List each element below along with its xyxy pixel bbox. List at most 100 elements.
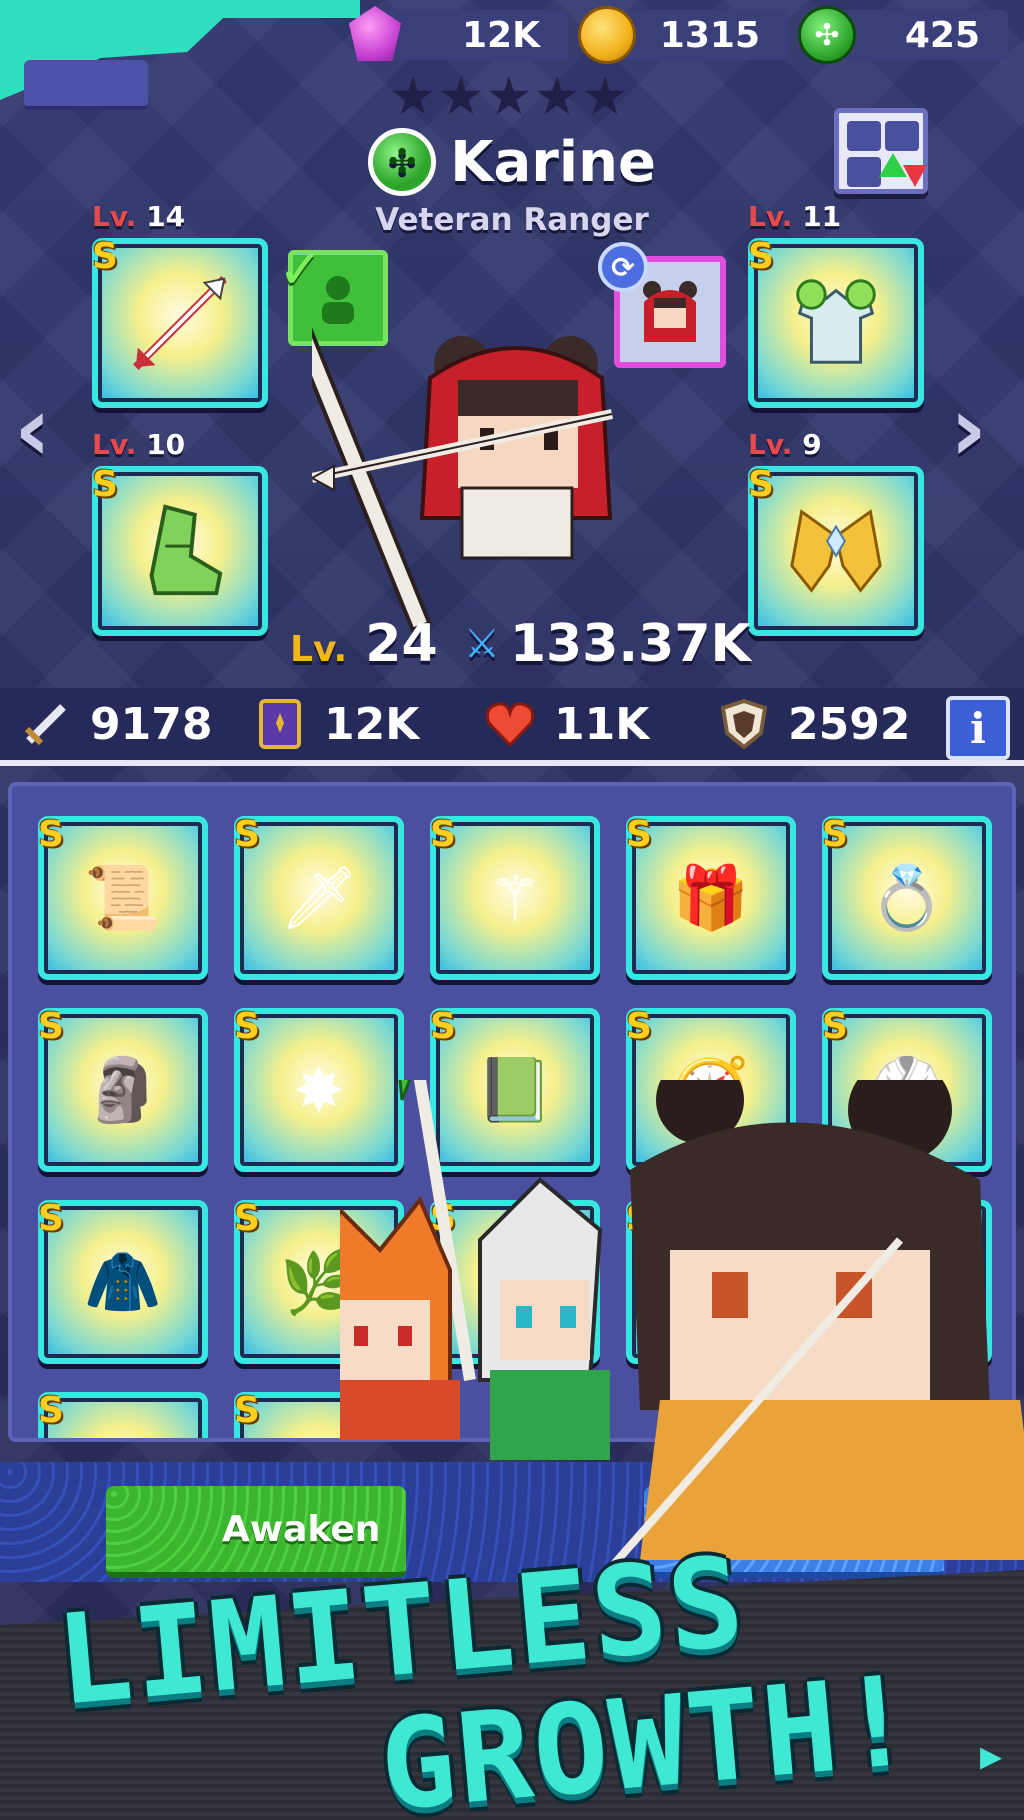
stat-value: 2592 xyxy=(788,698,911,750)
next-hero-arrow[interactable]: › xyxy=(950,380,1000,480)
star-icon xyxy=(584,76,626,115)
promo-characters xyxy=(340,1080,1024,1583)
hero-stars xyxy=(392,76,626,118)
item-icon xyxy=(72,1426,174,1438)
equip-level-armor: Lv. 11 xyxy=(748,200,841,233)
info-button[interactable]: i xyxy=(946,696,1010,760)
stat-value: 9178 xyxy=(90,698,213,750)
stat-health: 11K xyxy=(484,698,649,750)
equip-slot-armor[interactable]: S xyxy=(748,236,924,408)
archer-character xyxy=(597,1080,1024,1583)
gold-coin-icon xyxy=(578,6,636,64)
inventory-slot[interactable]: S ⚚ xyxy=(430,814,600,980)
level-prefix: Lv. xyxy=(748,428,793,461)
grade-badge: S xyxy=(38,814,64,855)
gold-amount: 1315 xyxy=(659,14,760,56)
hero-level: Lv. 24 xyxy=(290,614,438,674)
golden-wings-icon xyxy=(782,500,890,602)
equip-slot-boots[interactable]: S xyxy=(92,464,268,636)
grade-badge: S xyxy=(234,814,260,855)
equip-slot-weapon[interactable]: S xyxy=(92,236,268,408)
grade-badge: S xyxy=(38,1198,64,1239)
level-value: 10 xyxy=(146,428,186,461)
grade-badge: S xyxy=(748,236,774,277)
hero-class-icon: ✣ xyxy=(368,128,437,196)
grade-badge: S xyxy=(822,1006,848,1047)
equip-level-accessory: Lv. 9 xyxy=(748,428,822,461)
slot-icon xyxy=(847,157,881,187)
equipment-compare-button[interactable] xyxy=(834,108,928,194)
gem-amount: 12K xyxy=(462,14,540,56)
treasure-chest-icon: 🎁 xyxy=(672,861,750,934)
grade-badge: S xyxy=(430,1006,456,1047)
spear-icon: 🗡 xyxy=(279,861,359,934)
grade-badge: S xyxy=(234,1390,260,1431)
back-button[interactable] xyxy=(24,60,148,110)
grade-badge: S xyxy=(626,1006,652,1047)
hero-power: ⚔ 133.37K xyxy=(464,614,751,674)
hero-sprite xyxy=(312,323,614,633)
hero-power-value: 133.37K xyxy=(509,614,751,674)
star-icon xyxy=(392,76,434,115)
hero-token-icon: ✣ xyxy=(798,6,856,64)
inventory-slot[interactable]: S 🗡 xyxy=(234,814,404,980)
level-value: 9 xyxy=(802,428,822,461)
level-prefix: Lv. xyxy=(748,200,793,233)
inventory-slot[interactable]: S 🎁 xyxy=(626,814,796,980)
inventory-slot[interactable]: S 💍 xyxy=(822,814,992,980)
grade-badge: S xyxy=(92,464,118,505)
checkmark-icon: ✓ xyxy=(278,238,324,301)
level-value: 14 xyxy=(146,200,186,233)
stat-defense: 2592 xyxy=(718,698,910,750)
inventory-slot[interactable]: S xyxy=(38,1390,208,1438)
boots-icon xyxy=(126,500,234,602)
grade-badge: S xyxy=(92,236,118,277)
star-icon xyxy=(488,76,530,115)
star-icon xyxy=(536,76,578,115)
stats-row: 9178 12K 11K 2592 xyxy=(0,688,1024,766)
level-value: 11 xyxy=(802,200,842,233)
stat-magic: 12K xyxy=(254,698,419,750)
armor-icon xyxy=(782,272,890,374)
inventory-slot[interactable]: S 🧥 xyxy=(38,1198,208,1364)
play-arrow-icon: ▸ xyxy=(980,1730,1003,1781)
scroll-icon: 📜 xyxy=(84,861,162,934)
grade-badge: S xyxy=(38,1006,64,1047)
arrow-down-icon xyxy=(903,165,927,187)
crossed-swords-icon: ⚔ xyxy=(464,621,500,667)
hero-name: Karine xyxy=(450,129,656,195)
gold-counter[interactable]: 1315 xyxy=(578,6,788,64)
level-prefix: Lv. xyxy=(92,428,137,461)
spellbook-icon xyxy=(254,698,306,750)
token-amount: 425 xyxy=(904,14,980,56)
grade-badge: S xyxy=(822,814,848,855)
statue-icon: 🗿 xyxy=(84,1053,162,1126)
slot-icon xyxy=(885,121,919,151)
hero-level-prefix: Lv. xyxy=(290,629,348,670)
bow-and-arrow-icon xyxy=(126,272,234,374)
shield-icon xyxy=(718,698,770,750)
star-icon xyxy=(440,76,482,115)
level-prefix: Lv. xyxy=(92,200,137,233)
grade-badge: S xyxy=(234,1198,260,1239)
inventory-slot[interactable]: S 📜 xyxy=(38,814,208,980)
grade-badge: S xyxy=(234,1006,260,1047)
slot-icon xyxy=(847,121,881,151)
cloak-icon: 🧥 xyxy=(84,1245,162,1318)
previous-hero-arrow[interactable]: ‹ xyxy=(14,380,64,480)
equip-level-boots: Lv. 10 xyxy=(92,428,185,461)
sword-icon xyxy=(20,698,72,750)
staff-icon: ⚚ xyxy=(487,861,543,935)
heart-icon xyxy=(484,698,536,750)
token-counter[interactable]: ✣ 425 xyxy=(798,6,1008,64)
equip-level-weapon: Lv. 14 xyxy=(92,200,185,233)
grade-badge: S xyxy=(38,1390,64,1431)
equip-slot-accessory[interactable]: S xyxy=(748,464,924,636)
hero-level-value: 24 xyxy=(365,614,438,674)
stat-attack: 9178 xyxy=(20,698,212,750)
gem-counter[interactable]: 12K xyxy=(348,6,568,62)
grade-badge: S xyxy=(748,464,774,505)
swap-icon[interactable]: ⟳ xyxy=(598,242,648,292)
inventory-slot[interactable]: S 🗿 xyxy=(38,1006,208,1172)
hero-portrait-icon xyxy=(643,281,697,342)
